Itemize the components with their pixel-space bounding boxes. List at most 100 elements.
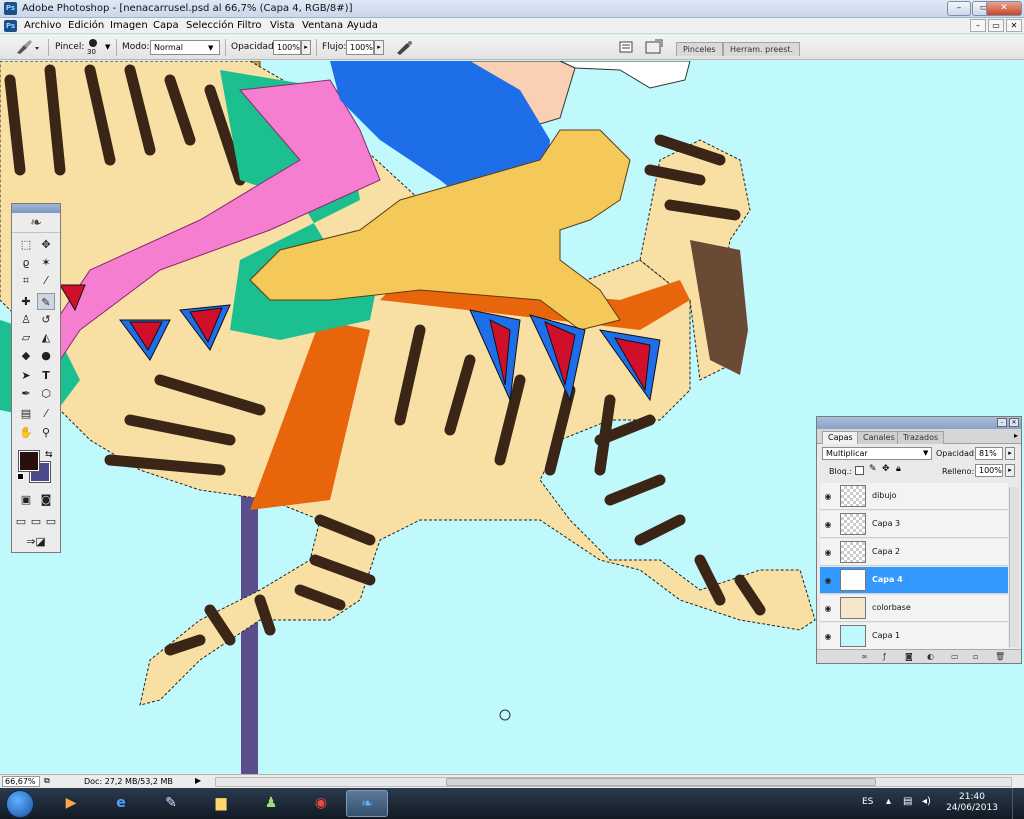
visibility-eye-icon[interactable]: ◉ <box>822 576 834 585</box>
file-explorer-icon[interactable]: ▆ <box>200 790 242 817</box>
brush-dropdown-arrow-icon[interactable]: ▼ <box>105 43 110 51</box>
mode-dropdown-arrow-icon[interactable]: ▼ <box>208 44 213 52</box>
layer-row-dibujo[interactable]: ◉ dibujo <box>820 483 1008 510</box>
layer-row-capa-3[interactable]: ◉ Capa 3 <box>820 511 1008 538</box>
messenger-icon[interactable]: ♟ <box>250 790 292 817</box>
layer-style-icon[interactable]: ƒ <box>883 652 886 661</box>
blur-tool-icon[interactable]: ◆ <box>17 347 35 364</box>
tab-capas[interactable]: Capas <box>822 431 859 444</box>
add-mask-icon[interactable]: ◙ <box>905 652 913 661</box>
blend-mode-arrow-icon[interactable]: ▼ <box>923 449 928 457</box>
minimize-button[interactable]: – <box>947 1 971 16</box>
screen-mode-full-icon[interactable]: ▭ <box>44 513 58 530</box>
fill-input[interactable]: 100% <box>975 464 1003 477</box>
horizontal-scroll-thumb[interactable] <box>446 778 876 786</box>
layer-row-capa-2[interactable]: ◉ Capa 2 <box>820 539 1008 566</box>
menu-capa[interactable]: Capa <box>153 20 179 31</box>
swap-colors-icon[interactable]: ⇆ <box>45 450 53 460</box>
new-layer-icon[interactable]: ▫ <box>973 652 978 661</box>
menu-ventana[interactable]: Ventana <box>302 20 343 31</box>
volume-icon[interactable]: ◂) <box>922 796 931 807</box>
imageready-jump-icon[interactable]: ⇒◪ <box>17 533 55 550</box>
link-layers-icon[interactable]: ∞ <box>861 652 868 661</box>
marquee-tool-icon[interactable]: ⬚ <box>17 236 35 253</box>
eyedropper-tool-icon[interactable]: ⁄ <box>37 405 55 422</box>
layer-row-colorbase[interactable]: ◉ colorbase <box>820 595 1008 622</box>
flow-input[interactable]: 100% <box>346 40 374 55</box>
layers-panel-header[interactable]: – ✕ <box>817 417 1021 429</box>
menu-seleccion[interactable]: Selección <box>186 20 234 31</box>
language-indicator[interactable]: ES <box>862 797 873 807</box>
opacity-input[interactable]: 100% <box>273 40 301 55</box>
panel-minimize-icon[interactable]: – <box>997 418 1007 427</box>
show-desktop-button[interactable] <box>1012 788 1024 819</box>
menu-ayuda[interactable]: Ayuda <box>347 20 378 31</box>
shape-tool-icon[interactable]: ⬡ <box>37 385 55 402</box>
new-group-icon[interactable]: ▭ <box>951 652 959 661</box>
delete-layer-icon[interactable]: 🗑︎ <box>995 652 1005 661</box>
paint-app-icon[interactable]: ✎ <box>150 790 192 817</box>
panel-menu-icon[interactable]: ▸ <box>1014 431 1018 440</box>
brush-tip-icon[interactable] <box>89 39 97 47</box>
menu-imagen[interactable]: Imagen <box>110 20 148 31</box>
layer-opacity-input[interactable]: 81% <box>975 447 1003 460</box>
flow-slider-button[interactable]: ▸ <box>374 40 384 55</box>
system-clock[interactable]: 21:40 24/06/2013 <box>946 792 998 814</box>
tab-herram-preest[interactable]: Herram. preest. <box>723 42 801 56</box>
chrome-icon[interactable]: ◉ <box>300 790 342 817</box>
pen-tool-icon[interactable]: ✒ <box>17 385 35 402</box>
clone-stamp-tool-icon[interactable]: ♙ <box>17 311 35 328</box>
visibility-eye-icon[interactable]: ◉ <box>822 548 834 557</box>
tray-expand-icon[interactable]: ▴ <box>886 796 891 807</box>
airbrush-icon[interactable] <box>395 40 413 55</box>
brush-tool-icon[interactable]: ✎ <box>37 293 55 310</box>
visibility-eye-icon[interactable]: ◉ <box>822 520 834 529</box>
menu-edicion[interactable]: Edición <box>68 20 104 31</box>
layers-scrollbar[interactable] <box>1009 487 1019 647</box>
screen-mode-full-menu-icon[interactable]: ▭ <box>29 513 43 530</box>
doc-close-button[interactable]: ✕ <box>1006 19 1022 32</box>
tab-pinceles[interactable]: Pinceles <box>676 42 723 56</box>
eraser-tool-icon[interactable]: ▱ <box>17 329 35 346</box>
network-icon[interactable]: ▤ <box>903 796 912 807</box>
dodge-tool-icon[interactable]: ● <box>37 347 55 364</box>
menu-filtro[interactable]: Filtro <box>237 20 262 31</box>
tab-canales[interactable]: Canales <box>857 431 901 444</box>
adjustment-layer-icon[interactable]: ◐ <box>927 652 934 661</box>
quick-mask-mode-icon[interactable]: ◙ <box>37 491 55 508</box>
standard-mode-icon[interactable]: ▣ <box>17 491 35 508</box>
lock-transparency-icon[interactable] <box>855 466 864 475</box>
healing-brush-tool-icon[interactable]: ✚ <box>17 293 35 310</box>
notes-tool-icon[interactable]: ▤ <box>17 405 35 422</box>
workspace-icon[interactable] <box>645 39 663 55</box>
menu-vista[interactable]: Vista <box>270 20 295 31</box>
paint-bucket-tool-icon[interactable]: ◭ <box>37 329 55 346</box>
status-info-arrow-icon[interactable]: ▶ <box>195 776 201 785</box>
foreground-color-swatch[interactable] <box>18 450 40 472</box>
default-colors-icon[interactable] <box>17 473 24 480</box>
layer-row-capa-4[interactable]: ◉ Capa 4 <box>820 567 1008 594</box>
doc-minimize-button[interactable]: – <box>970 19 986 32</box>
history-brush-tool-icon[interactable]: ↺ <box>37 311 55 328</box>
lock-position-icon[interactable]: ✥ <box>882 464 890 474</box>
tools-panel-header[interactable] <box>12 204 60 213</box>
screen-mode-standard-icon[interactable]: ▭ <box>14 513 28 530</box>
layer-row-capa-1[interactable]: ◉ Capa 1 <box>820 623 1008 650</box>
hand-tool-icon[interactable]: ✋ <box>17 424 35 441</box>
internet-explorer-icon[interactable]: e <box>100 790 142 817</box>
slice-tool-icon[interactable]: ⁄ <box>37 272 55 289</box>
zoom-level-input[interactable]: 66,67% <box>2 776 40 787</box>
media-player-icon[interactable]: ▶ <box>50 790 92 817</box>
brush-preset-icon[interactable] <box>14 39 40 56</box>
panel-close-icon[interactable]: ✕ <box>1009 418 1019 427</box>
palette-well-icon[interactable] <box>619 40 633 54</box>
visibility-eye-icon[interactable]: ◉ <box>822 492 834 501</box>
type-tool-icon[interactable]: T <box>37 367 55 384</box>
menu-archivo[interactable]: Archivo <box>24 20 61 31</box>
horizontal-scrollbar[interactable] <box>215 777 1012 787</box>
path-selection-tool-icon[interactable]: ➤ <box>17 367 35 384</box>
lock-all-icon[interactable]: 🔒︎ <box>896 464 901 474</box>
visibility-eye-icon[interactable]: ◉ <box>822 604 834 613</box>
crop-tool-icon[interactable]: ⌗ <box>17 272 35 289</box>
layer-opacity-slider-button[interactable]: ▸ <box>1005 447 1015 460</box>
